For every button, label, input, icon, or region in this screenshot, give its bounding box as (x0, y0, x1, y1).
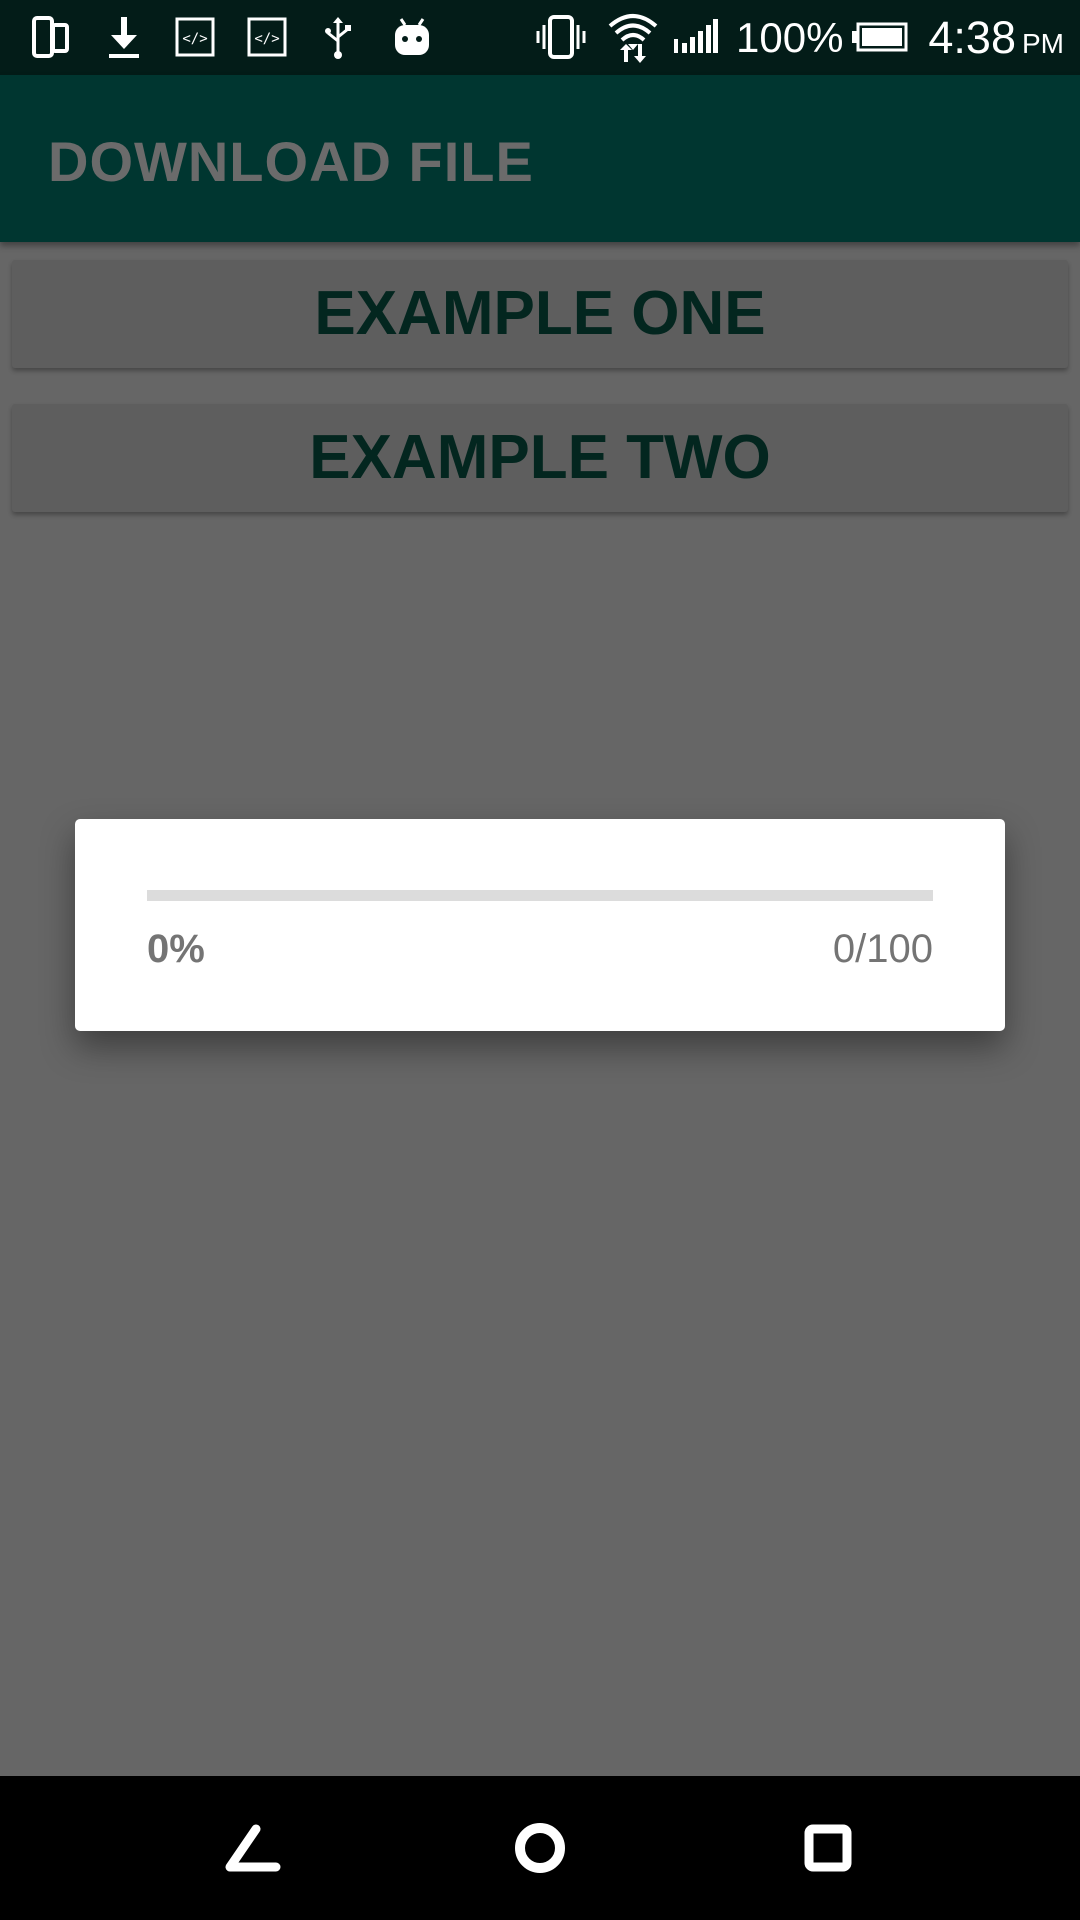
recents-icon[interactable] (798, 1818, 858, 1878)
example-one-button[interactable]: EXAMPLE ONE (12, 260, 1068, 368)
progress-dialog: 0% 0/100 (75, 819, 1005, 1031)
battery-icon (852, 14, 908, 60)
code-icon: </> (246, 14, 288, 60)
code-icon: </> (174, 14, 216, 60)
android-debug-icon (390, 14, 434, 60)
clock-ampm: PM (1022, 28, 1064, 59)
svg-text:</>: </> (182, 31, 207, 47)
clock: 4:38 PM (928, 10, 1064, 72)
clock-time: 4:38 (928, 12, 1016, 63)
home-icon[interactable] (510, 1818, 570, 1878)
download-icon (104, 14, 144, 60)
wifi-icon (606, 10, 660, 64)
status-bar: </> </> 100% 4:38 PM (0, 0, 1080, 75)
back-icon[interactable] (222, 1818, 282, 1878)
page-title: DOWNLOAD FILE (48, 130, 534, 193)
progress-percent: 0% (147, 927, 205, 971)
vibrate-icon (536, 14, 586, 60)
navigation-bar (0, 1776, 1080, 1920)
usb-icon (320, 14, 356, 60)
phone-screens-icon (28, 14, 74, 60)
app-bar: DOWNLOAD FILE (0, 75, 1080, 242)
svg-text:</>: </> (254, 31, 279, 47)
signal-icon (672, 14, 718, 60)
battery-percent: 100% (736, 14, 844, 61)
progress-bar (147, 890, 933, 901)
example-two-button[interactable]: EXAMPLE TWO (12, 404, 1068, 512)
progress-count: 0/100 (832, 927, 933, 971)
